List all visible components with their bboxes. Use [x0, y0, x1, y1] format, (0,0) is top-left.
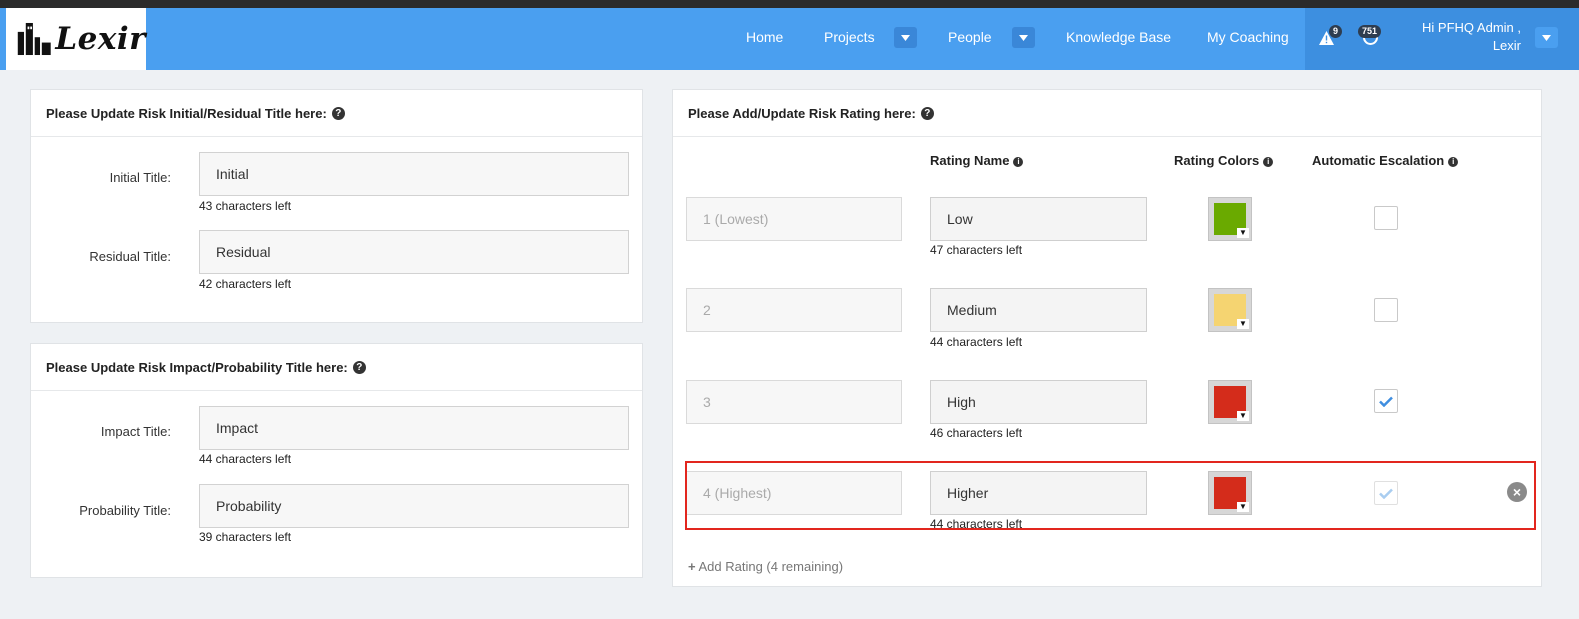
column-automatic-escalation-text: Automatic Escalation [1312, 153, 1445, 168]
rating-level-field: 3 [686, 380, 902, 424]
column-rating-colors-text: Rating Colors [1174, 153, 1260, 168]
selection-highlight-box [685, 461, 1536, 530]
rating-name-input[interactable]: High [930, 380, 1147, 424]
nav-projects[interactable]: Projects [824, 29, 875, 45]
user-zone: 9 751 Hi PFHQ Admin , Lexir [1305, 8, 1579, 70]
column-automatic-escalation: Automatic Escalation i [1312, 153, 1459, 168]
risk-title-panel: Please Update Risk Initial/Residual Titl… [30, 89, 643, 323]
panel-heading-text: Please Update Risk Impact/Probability Ti… [46, 359, 348, 375]
initial-title-label: Initial Title: [109, 170, 171, 185]
rating-level-field: 2 [686, 288, 902, 332]
rating-name-hint: 46 characters left [930, 426, 1023, 440]
projects-dropdown-toggle[interactable] [894, 27, 917, 48]
chevron-down-icon [1542, 34, 1551, 41]
residual-title-label: Residual Title: [89, 249, 171, 264]
messages-count-badge: 751 [1358, 25, 1382, 38]
nav-people[interactable]: People [948, 29, 992, 45]
user-greeting[interactable]: Hi PFHQ Admin , Lexir [1422, 19, 1521, 55]
browser-top-strip [0, 0, 1579, 8]
impact-title-input[interactable]: Impact [199, 406, 629, 450]
user-menu-toggle[interactable] [1535, 27, 1558, 48]
caret-down-icon: ▼ [1237, 411, 1249, 421]
add-rating-label: Add Rating (4 remaining) [698, 559, 844, 574]
nav-my-coaching[interactable]: My Coaching [1207, 29, 1289, 45]
rating-name-input[interactable]: Low [930, 197, 1147, 241]
probability-title-input[interactable]: Probability [199, 484, 629, 528]
people-dropdown-toggle[interactable] [1012, 27, 1035, 48]
nav-knowledge-base[interactable]: Knowledge Base [1066, 29, 1171, 45]
remove-rating-button[interactable]: × [1507, 482, 1527, 502]
escalation-checkbox[interactable] [1374, 298, 1398, 322]
rating-name-hint: 44 characters left [930, 335, 1023, 349]
column-rating-name: Rating Name i [930, 153, 1024, 168]
panel-heading: Please Update Risk Impact/Probability Ti… [31, 344, 642, 391]
caret-down-icon: ▼ [1237, 228, 1249, 238]
nav-home[interactable]: Home [746, 29, 783, 45]
panel-heading-text: Please Update Risk Initial/Residual Titl… [46, 105, 327, 121]
help-icon[interactable]: ? [331, 106, 345, 120]
escalation-checkbox[interactable] [1374, 389, 1398, 413]
risk-rating-panel: Please Add/Update Risk Rating here: ? Ra… [672, 89, 1542, 587]
initial-title-input[interactable]: Initial [199, 152, 629, 196]
checkmark-icon [1379, 396, 1393, 407]
panel-heading: Please Update Risk Initial/Residual Titl… [31, 90, 642, 137]
greeting-line-1: Hi PFHQ Admin , [1422, 20, 1521, 35]
probability-title-hint: 39 characters left [199, 530, 292, 544]
column-rating-name-text: Rating Name [930, 153, 1010, 168]
plus-icon: + [688, 559, 696, 574]
rating-name-hint: 47 characters left [930, 243, 1023, 257]
greeting-line-2: Lexir [1492, 38, 1521, 53]
probability-title-label: Probability Title: [79, 503, 171, 518]
impact-title-hint: 44 characters left [199, 452, 292, 466]
residual-title-hint: 42 characters left [199, 277, 292, 291]
help-icon[interactable]: ? [352, 360, 366, 374]
top-navbar: Lexir Home Projects People Knowledge Bas… [0, 8, 1579, 70]
rating-color-picker[interactable]: ▼ [1208, 288, 1252, 332]
chevron-down-icon [901, 34, 910, 41]
help-icon[interactable]: ? [920, 106, 934, 120]
chevron-down-icon [1019, 34, 1028, 41]
info-icon[interactable]: i [1013, 157, 1024, 167]
info-icon[interactable]: i [1263, 157, 1274, 167]
rating-color-picker[interactable]: ▼ [1208, 197, 1252, 241]
close-icon: × [1512, 484, 1522, 500]
column-rating-colors: Rating Colors i [1174, 153, 1274, 168]
impact-probability-panel: Please Update Risk Impact/Probability Ti… [30, 343, 643, 578]
rating-level-field: 1 (Lowest) [686, 197, 902, 241]
info-icon[interactable]: i [1448, 157, 1459, 167]
add-rating-button[interactable]: + Add Rating (4 remaining) [688, 559, 843, 574]
panel-heading-text: Please Add/Update Risk Rating here: [688, 105, 916, 121]
alerts-count-badge: 9 [1329, 25, 1343, 38]
impact-title-label: Impact Title: [100, 424, 171, 439]
panel-heading: Please Add/Update Risk Rating here: ? [673, 90, 1541, 137]
rating-name-input[interactable]: Medium [930, 288, 1147, 332]
brand-logo[interactable]: Lexir [6, 8, 146, 70]
building-logo-icon [17, 22, 51, 56]
rating-color-picker[interactable]: ▼ [1208, 380, 1252, 424]
initial-title-hint: 43 characters left [199, 199, 292, 213]
escalation-checkbox[interactable] [1374, 206, 1398, 230]
residual-title-input[interactable]: Residual [199, 230, 629, 274]
brand-name: Lexir [55, 21, 146, 57]
caret-down-icon: ▼ [1237, 319, 1249, 329]
